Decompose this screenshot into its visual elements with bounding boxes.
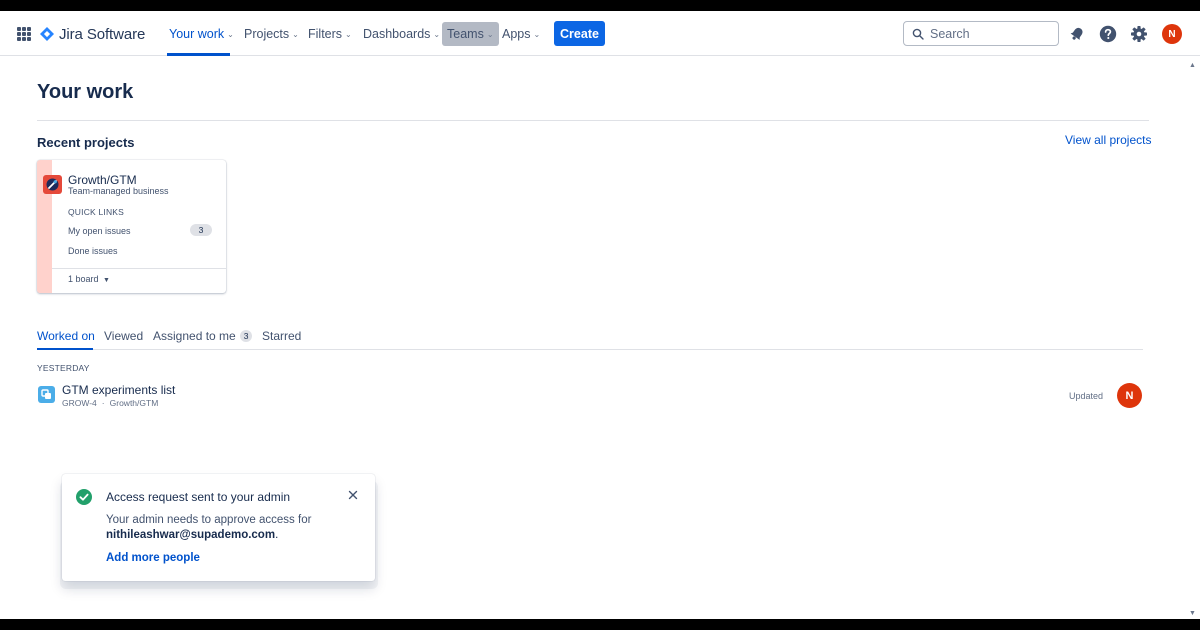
chevron-down-icon: ⌄ <box>345 29 352 39</box>
quick-links-heading: QUICK LINKS <box>68 207 125 217</box>
chevron-down-icon: ⌄ <box>533 29 541 39</box>
chevron-down-icon: ▼ <box>103 277 110 284</box>
nav-apps[interactable]: Apps ⌄ <box>497 22 545 46</box>
nav-dashboards-label: Dashboards <box>363 27 431 41</box>
avatar: N <box>1117 383 1142 408</box>
tab-viewed[interactable]: Viewed <box>104 329 143 343</box>
nav-teams[interactable]: Teams ⌄ <box>442 22 499 46</box>
issue-meta: GROW-4 · Growth/GTM <box>62 398 158 408</box>
app-switcher-grid-icon[interactable] <box>17 27 31 41</box>
scroll-down-arrow-icon[interactable]: ▼ <box>1189 610 1196 617</box>
boards-dropdown[interactable]: 1 board ▼ <box>68 274 110 284</box>
logo-text: Jira Software <box>59 25 146 43</box>
list-item[interactable]: GTM experiments list GROW-4 · Growth/GTM U… <box>37 381 1143 413</box>
quick-link-my-open-issues[interactable]: My open issues <box>68 226 131 236</box>
scroll-up-arrow-icon[interactable]: ▲ <box>1189 62 1196 69</box>
page-title: Your work <box>37 81 134 103</box>
open-issues-count-badge: 3 <box>190 224 212 236</box>
boards-label: 1 board <box>68 274 99 284</box>
success-flag: Access request sent to your admin Your a… <box>62 474 375 581</box>
work-tabs: Worked on Viewed Assigned to me 3 Starred <box>37 329 437 351</box>
create-button[interactable]: Create <box>554 21 605 46</box>
tabs-divider <box>37 349 1143 350</box>
check-glyph-icon <box>79 493 89 501</box>
issue-status-text: Updated <box>1069 391 1104 401</box>
notifications-bell-icon[interactable] <box>1068 25 1086 43</box>
card-divider <box>52 268 226 269</box>
flag-title: Access request sent to your admin <box>106 490 291 504</box>
search-icon <box>912 28 924 40</box>
chevron-down-icon: ⌄ <box>433 29 441 39</box>
nav-active-indicator <box>167 53 230 56</box>
close-icon[interactable] <box>346 488 360 502</box>
tab-worked-on[interactable]: Worked on <box>37 329 95 343</box>
chevron-down-icon: ⌄ <box>292 29 299 39</box>
flag-message: Your admin needs to approve access for <box>106 514 312 526</box>
tab-assigned-to-me[interactable]: Assigned to me 3 <box>153 329 253 343</box>
chevron-down-icon: ⌄ <box>227 29 234 39</box>
subtask-glyph-icon <box>41 389 51 399</box>
tab-active-indicator <box>37 348 93 350</box>
success-check-icon <box>76 489 92 505</box>
chevron-down-icon: ⌄ <box>486 29 494 39</box>
app-window: Jira Software Your work ⌄ Projects ⌄ Fil… <box>0 11 1200 619</box>
flag-email: nithileashwar@supademo.com <box>106 529 276 541</box>
top-navigation: Jira Software Your work ⌄ Projects ⌄ Fil… <box>0 11 1200 56</box>
subtask-issue-icon <box>38 386 55 403</box>
issue-key: GROW-4 <box>62 398 97 408</box>
flag-email-suffix: . <box>275 529 279 541</box>
tab-assigned-to-me-label: Assigned to me <box>153 329 236 343</box>
jira-logo[interactable]: Jira Software <box>40 24 145 44</box>
project-card[interactable]: Growth/GTM Team-managed business QUICK L… <box>37 160 226 293</box>
project-rocket-icon <box>46 178 59 191</box>
title-divider <box>37 120 1149 121</box>
nav-projects[interactable]: Projects ⌄ <box>239 22 304 46</box>
nav-apps-label: Apps <box>502 27 531 41</box>
add-more-people-link[interactable]: Add more people <box>106 552 200 564</box>
nav-filters-label: Filters <box>308 27 343 41</box>
search-input[interactable] <box>930 26 1050 41</box>
help-icon[interactable] <box>1099 25 1117 43</box>
project-avatar-icon <box>43 175 62 194</box>
vertical-scrollbar[interactable]: ▲ ▼ <box>1186 56 1200 619</box>
tab-starred[interactable]: Starred <box>262 329 301 343</box>
search-box[interactable] <box>903 21 1059 46</box>
nav-projects-label: Projects <box>244 27 290 41</box>
settings-gear-icon[interactable] <box>1130 25 1148 43</box>
nav-your-work[interactable]: Your work ⌄ <box>164 22 239 46</box>
project-type: Team-managed business <box>68 186 169 196</box>
nav-teams-label: Teams <box>447 27 484 41</box>
issue-project: Growth/GTM <box>109 398 159 408</box>
nav-filters[interactable]: Filters ⌄ <box>303 22 357 46</box>
jira-diamond-icon <box>40 27 54 41</box>
flag-email-line: nithileashwar@supademo.com. <box>106 529 278 541</box>
day-group-label: YESTERDAY <box>37 363 90 373</box>
nav-dashboards[interactable]: Dashboards ⌄ <box>358 22 445 46</box>
user-avatar[interactable]: N <box>1162 24 1182 44</box>
separator-dot: · <box>101 398 105 408</box>
issue-title[interactable]: GTM experiments list <box>62 383 175 397</box>
quick-link-done-issues[interactable]: Done issues <box>68 246 118 256</box>
project-name[interactable]: Growth/GTM <box>68 173 137 187</box>
view-all-projects-link[interactable]: View all projects <box>1065 133 1151 147</box>
nav-your-work-label: Your work <box>169 27 225 41</box>
assigned-count-badge: 3 <box>239 330 253 342</box>
recent-projects-heading: Recent projects <box>37 135 135 150</box>
